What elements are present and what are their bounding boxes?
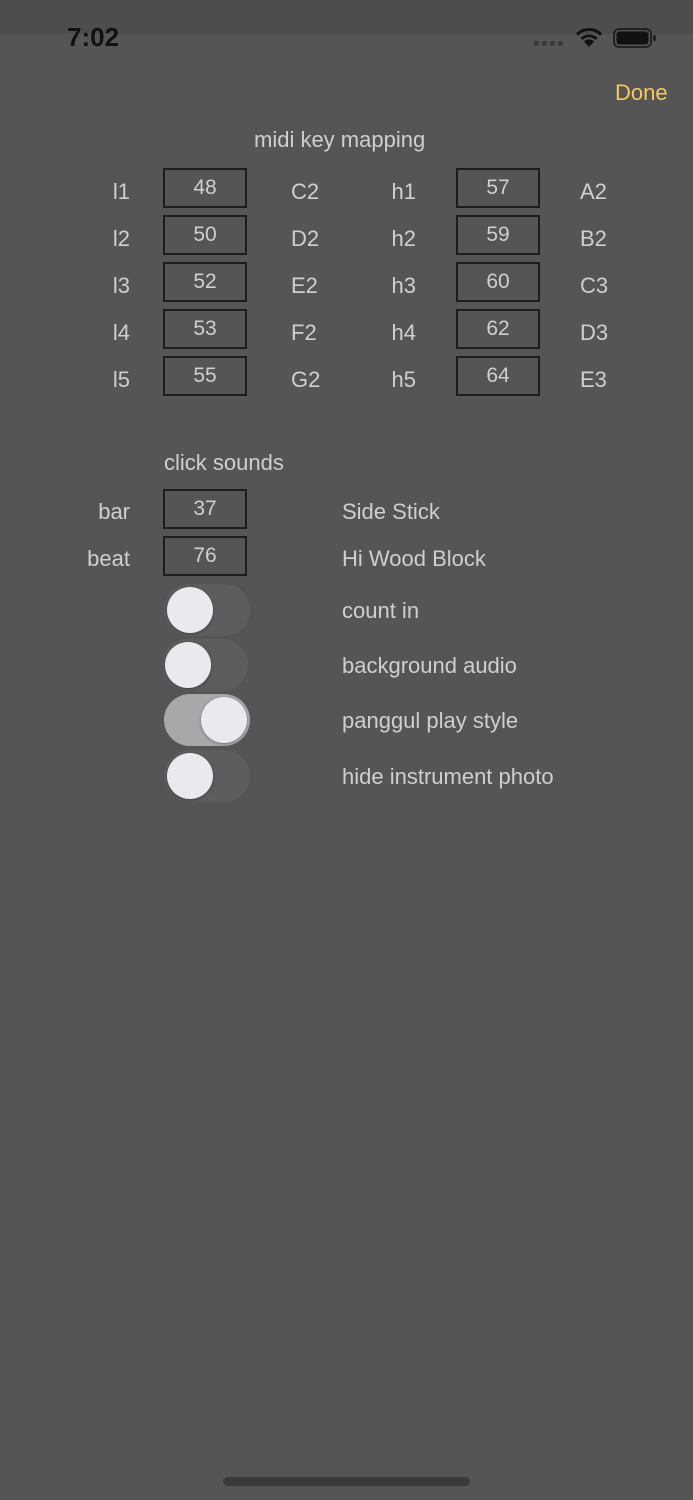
hide-instrument-photo-toggle[interactable] [164,750,250,802]
click-sounds-title: click sounds [164,450,284,475]
toggle-knob [167,587,213,633]
status-time: 7:02 [67,22,120,52]
toggle-knob [167,753,213,799]
midi-row-l1-label: l1 [112,179,130,204]
click-bar-input[interactable]: 37 [163,489,247,529]
midi-h2-note: B2 [580,226,607,251]
midi-h1-note: A2 [580,179,607,204]
toggle-knob [201,697,247,743]
midi-row-l5-label: l5 [112,367,130,392]
midi-l1-input[interactable]: 48 [163,168,247,208]
midi-h3-input[interactable]: 60 [456,262,540,302]
midi-h1-input[interactable]: 57 [456,168,540,208]
midi-l3-note: E2 [291,273,318,298]
home-indicator[interactable] [223,1477,470,1486]
midi-row-l4-label: l4 [112,320,130,345]
midi-l5-note: G2 [291,367,321,392]
midi-l5-input[interactable]: 55 [163,356,247,396]
click-beat-sound-name: Hi Wood Block [342,546,486,571]
battery-icon [613,28,657,48]
midi-h5-input[interactable]: 64 [456,356,540,396]
midi-row-l2-label: l2 [112,226,130,251]
midi-h2-input[interactable]: 59 [456,215,540,255]
click-beat-input[interactable]: 76 [163,536,247,576]
hide-instrument-photo-label: hide instrument photo [342,764,554,789]
background-audio-label: background audio [342,653,517,678]
count-in-toggle[interactable] [164,584,250,636]
midi-l4-input[interactable]: 53 [163,309,247,349]
midi-row-h2-label: h2 [391,226,416,251]
midi-l2-input[interactable]: 50 [163,215,247,255]
click-bar-label: bar [98,499,130,524]
midi-row-h4-label: h4 [391,320,416,345]
cellular-signal-icon [534,41,566,47]
background-audio-toggle[interactable] [162,639,248,691]
click-bar-sound-name: Side Stick [342,499,440,524]
count-in-label: count in [342,598,420,623]
midi-row-l3-label: l3 [112,273,130,298]
midi-row-h5-label: h5 [391,367,416,392]
midi-mapping-title: midi key mapping [254,127,426,152]
midi-l1-note: C2 [291,179,320,204]
panggul-play-style-label: panggul play style [342,708,519,733]
toggle-knob [165,642,211,688]
wifi-icon [574,26,604,48]
midi-h4-note: D3 [580,320,609,345]
midi-h4-input[interactable]: 62 [456,309,540,349]
click-beat-label: beat [87,546,130,571]
midi-row-h1-label: h1 [391,179,416,204]
midi-h3-note: C3 [580,273,609,298]
midi-l4-note: F2 [291,320,317,345]
midi-l2-note: D2 [291,226,320,251]
midi-l3-input[interactable]: 52 [163,262,247,302]
panggul-play-style-toggle[interactable] [164,694,250,746]
done-button[interactable]: Done [615,80,668,106]
midi-row-h3-label: h3 [391,273,416,298]
midi-h5-note: E3 [580,367,607,392]
